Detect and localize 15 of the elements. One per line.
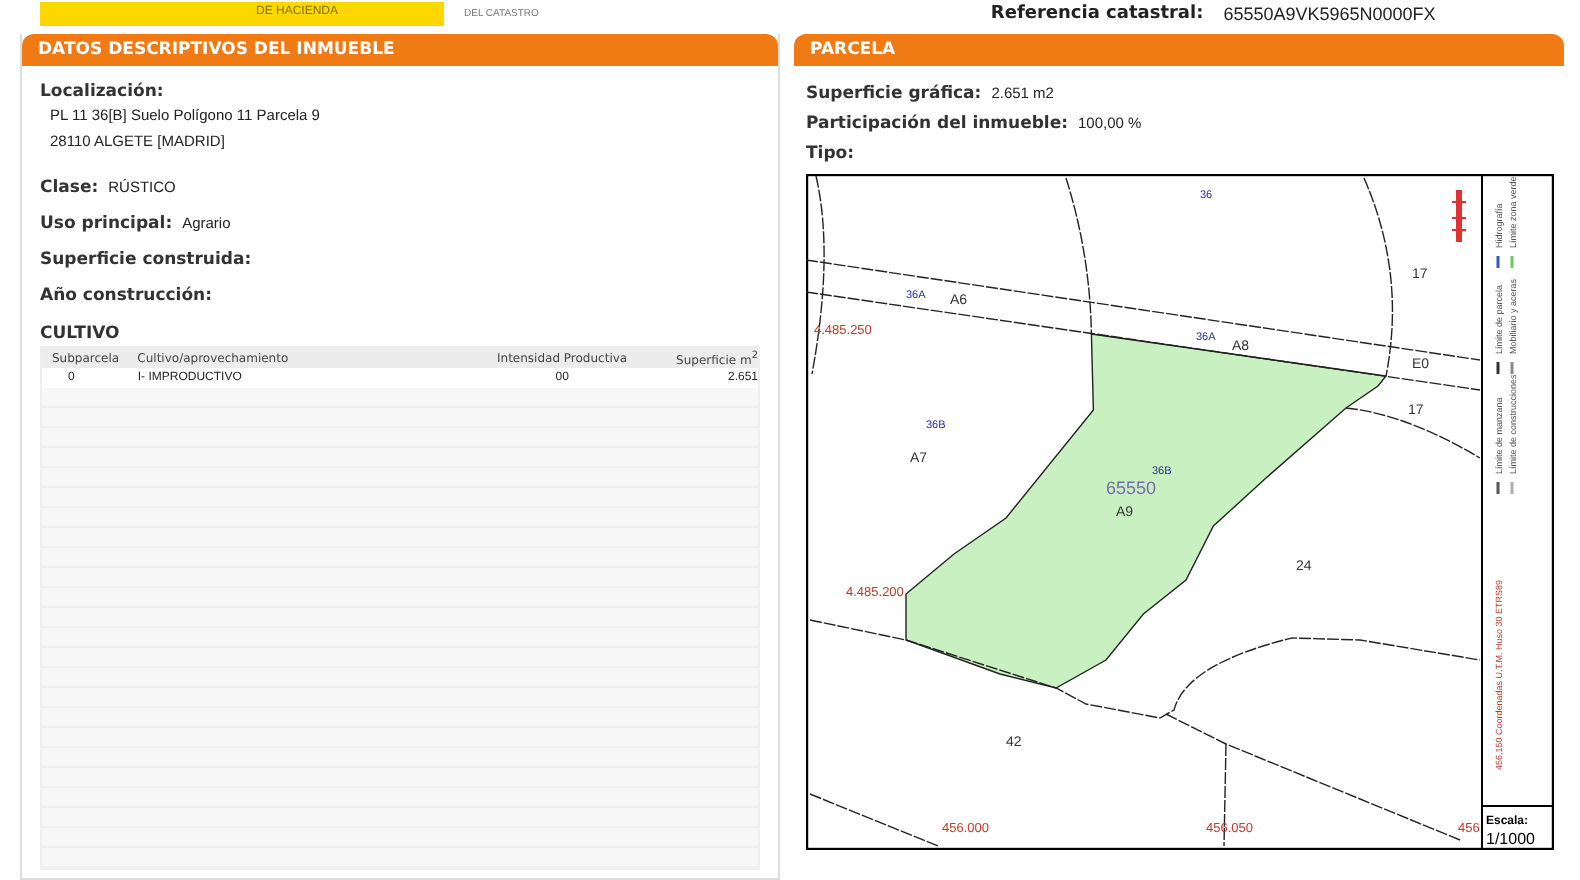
panel-header: DATOS DESCRIPTIVOS DEL INMUEBLE [22, 34, 778, 66]
field-label: Tipo: [806, 144, 855, 164]
field-label: Superficie construida: [40, 250, 252, 270]
map-label: 65550 [1106, 478, 1157, 498]
field-label: Clase: [40, 178, 99, 198]
field-label: Localización: [40, 82, 166, 102]
field-label: Uso principal: [40, 214, 173, 234]
field-label: Participación del inmueble: [806, 114, 1069, 134]
field-label: Superficie gráfica: [806, 84, 982, 104]
panel-header: PARCELA [794, 34, 1564, 66]
reference-value: 65550A9VK5965N0000FX [1223, 4, 1436, 24]
field-label: Año construcción: [40, 286, 213, 306]
scale-value: 1/1000 [1486, 830, 1535, 848]
reference-label: Referencia catastral: [990, 4, 1204, 24]
section-title: CULTIVO [40, 324, 122, 344]
